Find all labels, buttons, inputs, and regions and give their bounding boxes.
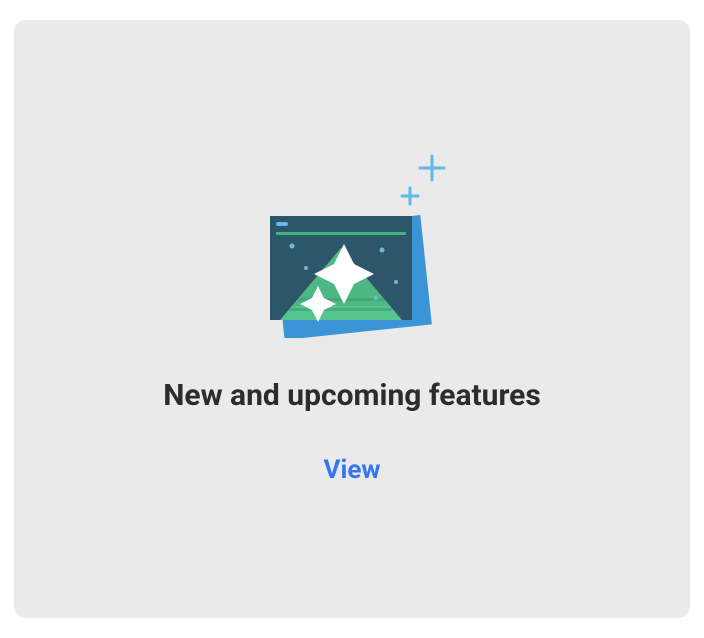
view-link[interactable]: View	[323, 455, 380, 485]
sparkle-window-icon	[262, 138, 462, 338]
features-illustration	[262, 138, 462, 338]
feature-card: New and upcoming features View	[14, 20, 690, 618]
card-title: New and upcoming features	[163, 378, 541, 413]
